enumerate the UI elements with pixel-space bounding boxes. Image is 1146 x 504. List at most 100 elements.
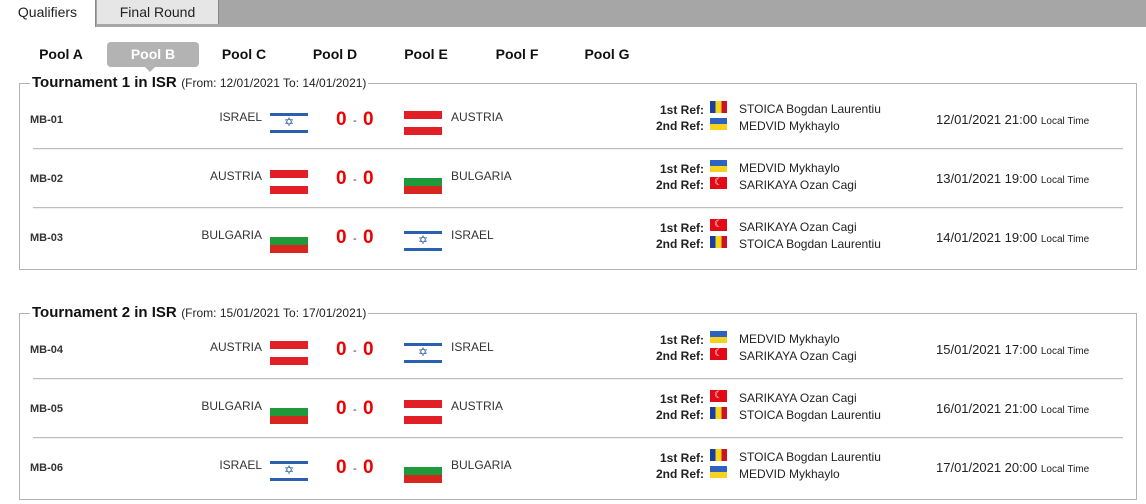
match-row[interactable]: MB-04 AUSTRIA 0-0 ✡ ISRAEL 1st Ref: MEDV…	[20, 320, 1136, 378]
home-team: BULGARIA	[201, 228, 262, 242]
flag-romania-icon	[710, 101, 727, 113]
match-row[interactable]: MB-06 ISRAEL ✡ 0-0 BULGARIA 1st Ref: STO…	[20, 438, 1136, 496]
flag-turkey-icon: ☾	[710, 348, 727, 360]
pool-tab-c[interactable]: Pool C	[211, 42, 277, 67]
local-time-label: Local Time	[1040, 175, 1090, 186]
pool-tab-b[interactable]: Pool B	[107, 42, 199, 67]
match-row[interactable]: MB-02 AUSTRIA 0-0 BULGARIA 1st Ref: MEDV…	[20, 149, 1136, 207]
score-separator: -	[353, 115, 357, 127]
match-row[interactable]: MB-03 BULGARIA 0-0 ✡ ISRAEL 1st Ref: ☾ S…	[20, 208, 1136, 266]
flag-bulgaria-icon	[270, 400, 308, 424]
first-ref-name: SARIKAYA Ozan Cagi	[739, 220, 857, 234]
second-ref-label: 2nd Ref:	[656, 467, 704, 481]
match-datetime: 13/01/2021 19:00 Local Time	[936, 171, 1089, 186]
flag-austria-icon	[270, 170, 308, 194]
away-team: BULGARIA	[451, 169, 512, 183]
away-team: ISRAEL	[451, 340, 494, 354]
pool-tab-f[interactable]: Pool F	[484, 42, 550, 67]
home-score: 0	[336, 339, 347, 360]
match-code: MB-02	[30, 173, 64, 185]
match-date-time: 14/01/2021 19:00	[936, 230, 1038, 245]
home-score: 0	[336, 457, 347, 478]
flag-bulgaria-icon	[404, 459, 442, 483]
first-ref-name: MEDVID Mykhaylo	[739, 161, 840, 175]
tournament-title: Tournament 1 in ISR	[32, 74, 177, 91]
first-ref-label: 1st Ref:	[659, 333, 704, 347]
match-date-time: 12/01/2021 21:00	[936, 112, 1038, 127]
match-datetime: 15/01/2021 17:00 Local Time	[936, 342, 1089, 357]
first-ref-label: 1st Ref:	[659, 392, 704, 406]
second-ref-label: 2nd Ref:	[656, 178, 704, 192]
flag-israel-icon: ✡	[270, 111, 308, 135]
away-score: 0	[363, 339, 374, 360]
local-time-label: Local Time	[1040, 405, 1090, 416]
first-ref-label: 1st Ref:	[659, 103, 704, 117]
score-separator: -	[353, 463, 357, 475]
pool-nav: Pool A Pool B Pool C Pool D Pool E Pool …	[0, 42, 1146, 72]
second-ref-name: SARIKAYA Ozan Cagi	[739, 178, 857, 192]
pool-tab-a[interactable]: Pool A	[28, 42, 94, 67]
match-score: 0-0	[336, 227, 378, 251]
match-score: 0-0	[336, 339, 378, 363]
second-ref-label: 2nd Ref:	[656, 237, 704, 251]
match-datetime: 14/01/2021 19:00 Local Time	[936, 230, 1089, 245]
flag-ukraine-icon	[710, 466, 727, 478]
second-ref-label: 2nd Ref:	[656, 119, 704, 133]
local-time-label: Local Time	[1040, 234, 1090, 245]
tournament-panel: Tournament 2 in ISR (From: 15/01/2021 To…	[19, 304, 1137, 500]
match-date-time: 13/01/2021 19:00	[936, 171, 1038, 186]
flag-romania-icon	[710, 449, 727, 461]
tab-final-round[interactable]: Final Round	[97, 0, 219, 24]
match-score: 0-0	[336, 398, 378, 422]
away-score: 0	[363, 457, 374, 478]
flag-ukraine-icon	[710, 331, 727, 343]
tab-bar: Qualifiers Final Round	[0, 0, 1146, 27]
pool-tab-d[interactable]: Pool D	[302, 42, 368, 67]
match-score: 0-0	[336, 109, 378, 133]
flag-bulgaria-icon	[404, 170, 442, 194]
first-ref-label: 1st Ref:	[659, 162, 704, 176]
away-score: 0	[363, 168, 374, 189]
match-datetime: 17/01/2021 20:00 Local Time	[936, 460, 1089, 475]
tab-qualifiers[interactable]: Qualifiers	[0, 0, 96, 27]
score-separator: -	[353, 174, 357, 186]
match-row[interactable]: MB-01 ISRAEL ✡ 0-0 AUSTRIA 1st Ref: STOI…	[20, 90, 1136, 148]
first-ref-label: 1st Ref:	[659, 221, 704, 235]
flag-turkey-icon: ☾	[710, 390, 727, 402]
tournament-title: Tournament 2 in ISR	[32, 304, 177, 321]
away-team: ISRAEL	[451, 228, 494, 242]
first-ref-name: SARIKAYA Ozan Cagi	[739, 391, 857, 405]
second-ref-label: 2nd Ref:	[656, 349, 704, 363]
away-score: 0	[363, 227, 374, 248]
match-code: MB-06	[30, 462, 64, 474]
flag-austria-icon	[404, 400, 442, 424]
match-date-time: 15/01/2021 17:00	[936, 342, 1038, 357]
home-team: AUSTRIA	[209, 340, 262, 354]
match-score: 0-0	[336, 457, 378, 481]
score-separator: -	[353, 404, 357, 416]
second-ref-name: SARIKAYA Ozan Cagi	[739, 349, 857, 363]
match-datetime: 12/01/2021 21:00 Local Time	[936, 112, 1089, 127]
flag-israel-icon: ✡	[270, 459, 308, 483]
match-code: MB-04	[30, 344, 64, 356]
second-ref-name: STOICA Bogdan Laurentiu	[739, 408, 881, 422]
local-time-label: Local Time	[1040, 464, 1090, 475]
home-team: ISRAEL	[219, 458, 262, 472]
match-code: MB-03	[30, 232, 64, 244]
flag-bulgaria-icon	[270, 229, 308, 253]
second-ref-name: STOICA Bogdan Laurentiu	[739, 237, 881, 251]
home-team: BULGARIA	[201, 399, 262, 413]
match-code: MB-05	[30, 403, 64, 415]
away-team: AUSTRIA	[451, 399, 504, 413]
local-time-label: Local Time	[1040, 346, 1090, 357]
score-separator: -	[353, 345, 357, 357]
pool-tab-e[interactable]: Pool E	[393, 42, 459, 67]
flag-austria-icon	[404, 111, 442, 135]
second-ref-name: MEDVID Mykhaylo	[739, 467, 840, 481]
match-date-time: 17/01/2021 20:00	[936, 460, 1038, 475]
flag-romania-icon	[710, 236, 727, 248]
pool-tab-g[interactable]: Pool G	[574, 42, 640, 67]
home-score: 0	[336, 227, 347, 248]
match-row[interactable]: MB-05 BULGARIA 0-0 AUSTRIA 1st Ref: ☾ SA…	[20, 379, 1136, 437]
first-ref-name: STOICA Bogdan Laurentiu	[739, 102, 881, 116]
